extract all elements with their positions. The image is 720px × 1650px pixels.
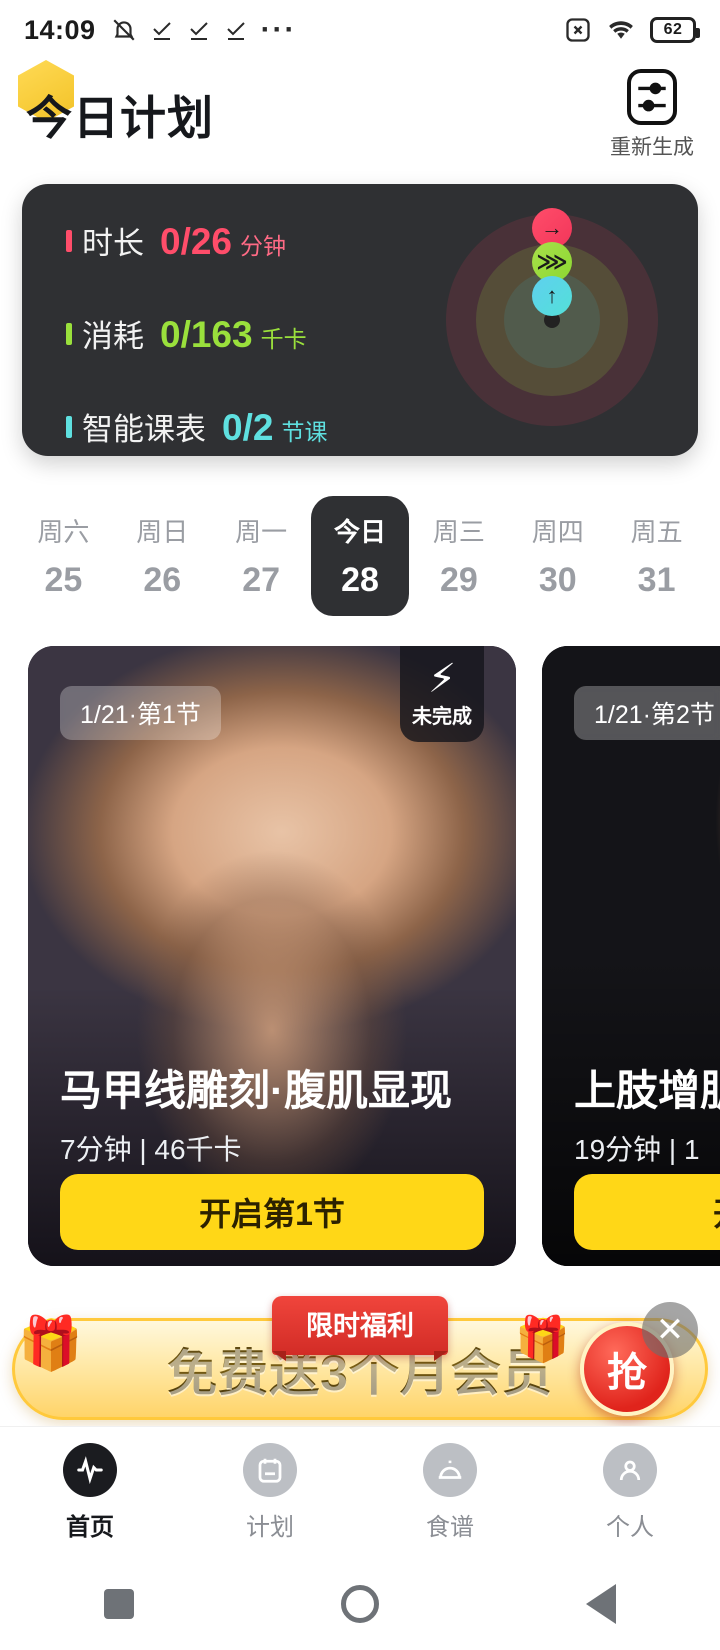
status-badge: ⚡ 未完成 [400, 646, 484, 742]
day-name: 周日 [136, 517, 189, 547]
square-icon[interactable] [103, 1589, 134, 1619]
day-name: 今日 [334, 517, 387, 547]
day-item-6[interactable]: 周五 31 [607, 496, 706, 616]
wifi-icon [606, 17, 636, 43]
day-item-2[interactable]: 周一 27 [212, 496, 311, 616]
course-title: 马甲线雕刻·腹肌显现 [60, 1067, 452, 1114]
day-item-5[interactable]: 周四 30 [508, 496, 607, 616]
day-date: 31 [637, 561, 676, 599]
stat-unit: 千卡 [260, 326, 307, 352]
day-item-0[interactable]: 周六 25 [14, 496, 113, 616]
tab-label: 个人 [606, 1514, 654, 1541]
day-date: 29 [439, 561, 478, 599]
day-date: 25 [44, 561, 83, 599]
regenerate-button[interactable]: 重新生成 [610, 69, 694, 161]
course-card-2[interactable]: 1/21·第2节 上肢增肌 19分钟 | 1 开启第2节 [542, 646, 720, 1266]
tab-home[interactable]: 首页 [0, 1443, 180, 1542]
page-title: 今日计划 [26, 92, 214, 144]
summary-stats: 时长 0/26 分钟 消耗 0/163 千卡 智能课表 0/2 节课 [66, 218, 327, 449]
gift-icon: 🎁 [515, 1315, 570, 1364]
stat-tick [66, 322, 72, 345]
day-date: 27 [242, 561, 281, 599]
day-item-4[interactable]: 周三 29 [409, 496, 508, 616]
check-icon [150, 18, 174, 42]
gift-icon: 🎁 [18, 1315, 83, 1373]
bell-mute-icon [111, 17, 137, 43]
stat-lessons: 智能课表 0/2 节课 [66, 404, 327, 449]
person-icon [603, 1443, 657, 1497]
stat-unit: 节课 [281, 419, 328, 445]
sim-off-icon [564, 16, 592, 44]
stat-label: 消耗 [82, 319, 144, 354]
stat-value: 0/26 [160, 221, 233, 262]
pulse-icon [63, 1443, 117, 1497]
status-badge-label: 未完成 [412, 705, 472, 728]
course-meta: 7分钟 | 46千卡 [60, 1134, 242, 1165]
summary-card[interactable]: 时长 0/26 分钟 消耗 0/163 千卡 智能课表 0/2 节课 → ⋙ ↑ [22, 184, 698, 456]
session-badge: 1/21·第2节 [574, 686, 720, 740]
stat-label: 时长 [82, 226, 144, 261]
stat-calories: 消耗 0/163 千卡 [66, 311, 327, 356]
status-bar: 14:09 ··· 62 [0, 0, 720, 60]
tab-plan[interactable]: 计划 [180, 1443, 360, 1542]
promo-banner[interactable]: 免费送3个月会员 🎁 🎁 限时福利 抢 ✕ [0, 1296, 720, 1426]
close-icon[interactable]: ✕ [642, 1302, 698, 1358]
tab-recipes[interactable]: 食谱 [360, 1443, 540, 1542]
start-course-button[interactable]: 开启第1节 [60, 1174, 484, 1250]
stat-unit: 分钟 [240, 233, 287, 259]
course-card-1[interactable]: 1/21·第1节 ⚡ 未完成 马甲线雕刻·腹肌显现 7分钟 | 46千卡 开启第… [28, 646, 516, 1266]
bottom-tab-bar: 首页 计划 食谱 个人 [0, 1426, 720, 1558]
day-item-today[interactable]: 今日 28 [310, 496, 410, 616]
lessons-ring-marker-icon: ↑ [532, 276, 572, 316]
check-icon [224, 18, 248, 42]
stat-duration: 时长 0/26 分钟 [66, 218, 327, 263]
status-bar-left: 14:09 ··· [24, 15, 297, 46]
day-name: 周一 [235, 517, 288, 547]
status-bar-right: 62 [564, 16, 700, 44]
course-title: 上肢增肌 [574, 1067, 720, 1114]
stat-tick [66, 415, 72, 438]
tab-label: 食谱 [426, 1514, 474, 1541]
day-name: 周三 [432, 517, 485, 547]
day-date: 30 [538, 561, 577, 599]
battery-level: 62 [663, 21, 683, 38]
calendar-icon [243, 1443, 297, 1497]
sliders-icon [627, 69, 677, 125]
stat-value: 0/2 [222, 407, 274, 448]
page-header: 今日计划 重新生成 [0, 60, 720, 170]
day-name: 周四 [531, 517, 584, 547]
circle-icon[interactable] [340, 1585, 379, 1623]
progress-rings: → ⋙ ↑ [444, 208, 660, 428]
stat-value: 0/163 [160, 314, 253, 355]
day-date: 28 [341, 561, 379, 599]
day-item-1[interactable]: 周日 26 [113, 496, 212, 616]
regenerate-label: 重新生成 [610, 136, 694, 159]
ellipsis-icon: ··· [260, 13, 297, 46]
stat-label: 智能课表 [82, 412, 206, 447]
course-meta: 19分钟 | 1 [574, 1134, 700, 1165]
battery-indicator: 62 [650, 17, 700, 43]
start-course-button[interactable]: 开启第2节 [574, 1174, 720, 1250]
session-badge: 1/21·第1节 [60, 686, 221, 740]
week-strip: 周六 25 周日 26 周一 27 今日 28 周三 29 周四 30 周五 3… [14, 496, 706, 616]
system-nav-bar [0, 1558, 720, 1650]
promo-ribbon: 限时福利 [272, 1296, 448, 1361]
course-card-list: 1/21·第1节 ⚡ 未完成 马甲线雕刻·腹肌显现 7分钟 | 46千卡 开启第… [0, 646, 720, 1266]
title-wrap: 今日计划 [18, 60, 214, 148]
lightning-icon: ⚡ [427, 656, 457, 701]
food-dome-icon [423, 1443, 477, 1497]
day-name: 周五 [630, 517, 683, 547]
tab-label: 计划 [246, 1514, 294, 1541]
tab-profile[interactable]: 个人 [540, 1443, 720, 1542]
day-date: 26 [143, 561, 182, 599]
stat-tick [66, 229, 72, 252]
status-time: 14:09 [24, 14, 96, 45]
day-name: 周六 [37, 517, 90, 547]
check-icon [187, 18, 211, 42]
tab-label: 首页 [66, 1514, 114, 1541]
triangle-icon[interactable] [586, 1584, 617, 1624]
